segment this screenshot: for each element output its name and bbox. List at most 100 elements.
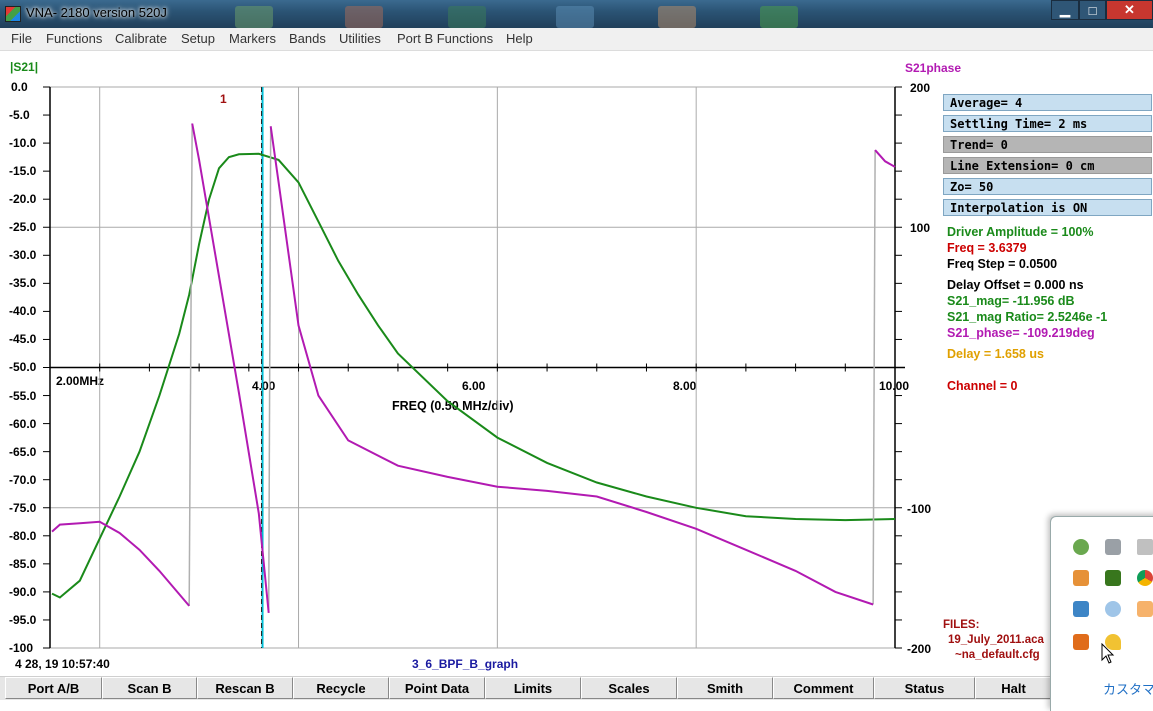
delay-readout: Delay = 1.658 us (947, 347, 1044, 361)
usb-icon[interactable] (1073, 570, 1089, 586)
marker-label: 1 (220, 92, 227, 106)
s21-mag-ratio-readout: S21_mag Ratio= 2.5246e -1 (947, 310, 1108, 324)
taskbar-thumbnail (760, 6, 798, 28)
left-tick-label: -75.0 (9, 501, 37, 515)
timestamp: 4 28, 19 10:57:40 (15, 657, 110, 671)
graph-grid (43, 86, 905, 649)
keys-icon[interactable] (1137, 601, 1153, 617)
file-name: 19_July_2011.aca (948, 634, 1044, 646)
right-tick-label: 100 (910, 221, 931, 235)
left-tick-label: -5.0 (9, 108, 30, 122)
phase-wrap-line (267, 126, 272, 613)
s21-magnitude-trace (51, 152, 896, 599)
left-tick-label: -15.0 (9, 164, 37, 178)
interpolation-setting[interactable]: Interpolation is ON (943, 199, 1152, 216)
smith-button[interactable]: Smith (677, 677, 773, 699)
left-tick-label: -85.0 (9, 557, 37, 571)
halt-button[interactable]: Halt (975, 677, 1052, 699)
menu-bands[interactable]: Bands (289, 31, 326, 46)
average-setting[interactable]: Average= 4 (943, 94, 1152, 111)
scan-b-button[interactable]: Scan B (102, 677, 197, 699)
freq-step-readout: Freq Step = 0.0500 (947, 257, 1058, 271)
line-extension-setting[interactable]: Line Extension= 0 cm (943, 157, 1152, 174)
left-tick-label: -60.0 (9, 417, 37, 431)
left-tick-label: -65.0 (9, 445, 37, 459)
point-data-button[interactable]: Point Data (389, 677, 485, 699)
window-controls: ▁ □ ✕ (1051, 0, 1153, 20)
left-axis-title: |S21| (10, 60, 39, 74)
menu-markers[interactable]: Markers (229, 31, 276, 46)
taskbar-thumbnail (556, 6, 594, 28)
system-tray-popup: カスタマ (1050, 516, 1153, 711)
taskbar-thumbnail (658, 6, 696, 28)
left-tick-label: -10.0 (9, 136, 37, 150)
s21-mag-readout: S21_mag= -11.956 dB (947, 294, 1075, 308)
puzzle-icon[interactable] (1073, 601, 1089, 617)
recycle-button[interactable]: Recycle (293, 677, 389, 699)
right-tick-label: -200 (907, 642, 932, 656)
freq-readout: Freq = 3.6379 (947, 241, 1027, 255)
status-button[interactable]: Status (874, 677, 975, 699)
bottom-button-bar: Port A/B Scan B Rescan B Recycle Point D… (0, 676, 1052, 700)
menu-calibrate[interactable]: Calibrate (115, 31, 167, 46)
menu-functions[interactable]: Functions (46, 31, 102, 46)
taskbar-thumbnail (345, 6, 383, 28)
left-tick-label: -30.0 (9, 248, 37, 262)
close-button[interactable]: ✕ (1106, 0, 1153, 20)
menu-file[interactable]: File (11, 31, 32, 46)
network-icon[interactable] (1073, 539, 1089, 555)
s21-phase-trace (874, 149, 896, 168)
freq-axis-label: FREQ (0.50 MHz/div) (392, 399, 514, 413)
s21-phase-trace (269, 126, 874, 606)
left-tick-label: -90.0 (9, 585, 37, 599)
left-tick-label: 0.0 (11, 80, 28, 94)
freq-tick-label: 8.00 (673, 379, 697, 393)
trend-setting[interactable]: Trend= 0 (943, 136, 1152, 153)
scales-button[interactable]: Scales (581, 677, 677, 699)
port-a-b-button[interactable]: Port A/B (5, 677, 102, 699)
config-file-name: ~na_default.cfg (955, 649, 1040, 661)
freq-tick-label: 2.00MHz (56, 374, 105, 388)
sync-icon[interactable] (1105, 570, 1121, 586)
rescan-b-button[interactable]: Rescan B (197, 677, 293, 699)
left-tick-label: -25.0 (9, 220, 37, 234)
taskbar-thumbnail (448, 6, 486, 28)
menu-utilities[interactable]: Utilities (339, 31, 381, 46)
limits-button[interactable]: Limits (485, 677, 581, 699)
menu-help[interactable]: Help (506, 31, 533, 46)
zo-setting[interactable]: Zo= 50 (943, 178, 1152, 195)
settling-time-setting[interactable]: Settling Time= 2 ms (943, 115, 1152, 132)
left-tick-label: -50.0 (9, 360, 37, 374)
maximize-button[interactable]: □ (1079, 0, 1106, 20)
left-tick-label: -20.0 (9, 192, 37, 206)
monitor-icon[interactable] (1105, 539, 1121, 555)
left-tick-label: -100 (9, 641, 34, 655)
menu-port-b-functions[interactable]: Port B Functions (397, 31, 493, 46)
phase-wrap-line (188, 123, 193, 606)
left-tick-label: -35.0 (9, 276, 37, 290)
chrome-icon[interactable] (1137, 570, 1153, 586)
menu-setup[interactable]: Setup (181, 31, 215, 46)
s21-phase-trace (191, 123, 270, 613)
delay-offset-readout: Delay Offset = 0.000 ns (947, 278, 1084, 292)
freq-tick-label: 4.00 (252, 379, 276, 393)
freq-tick-label: 10.00 (879, 379, 910, 393)
comment-button[interactable]: Comment (773, 677, 874, 699)
left-tick-label: -45.0 (9, 332, 37, 346)
graph-name: 3_6_BPF_B_graph (412, 657, 519, 671)
disc-icon[interactable] (1105, 601, 1121, 617)
right-tick-label: -100 (907, 502, 932, 516)
channel-readout: Channel = 0 (947, 379, 1018, 393)
menu-bar: File Functions Calibrate Setup Markers B… (0, 28, 1153, 51)
right-tick-label: 200 (910, 81, 931, 95)
minimize-button[interactable]: ▁ (1051, 0, 1079, 20)
right-axis-title: S21phase (905, 61, 962, 75)
freq-tick-label: 6.00 (462, 379, 486, 393)
left-tick-label: -40.0 (9, 304, 37, 318)
app-icon[interactable] (1073, 634, 1089, 650)
app-icon (5, 6, 21, 22)
left-tick-label: -55.0 (9, 389, 37, 403)
customize-link[interactable]: カスタマ (1103, 679, 1153, 698)
phase-wrap-line (872, 150, 876, 605)
volume-icon[interactable] (1137, 539, 1153, 555)
